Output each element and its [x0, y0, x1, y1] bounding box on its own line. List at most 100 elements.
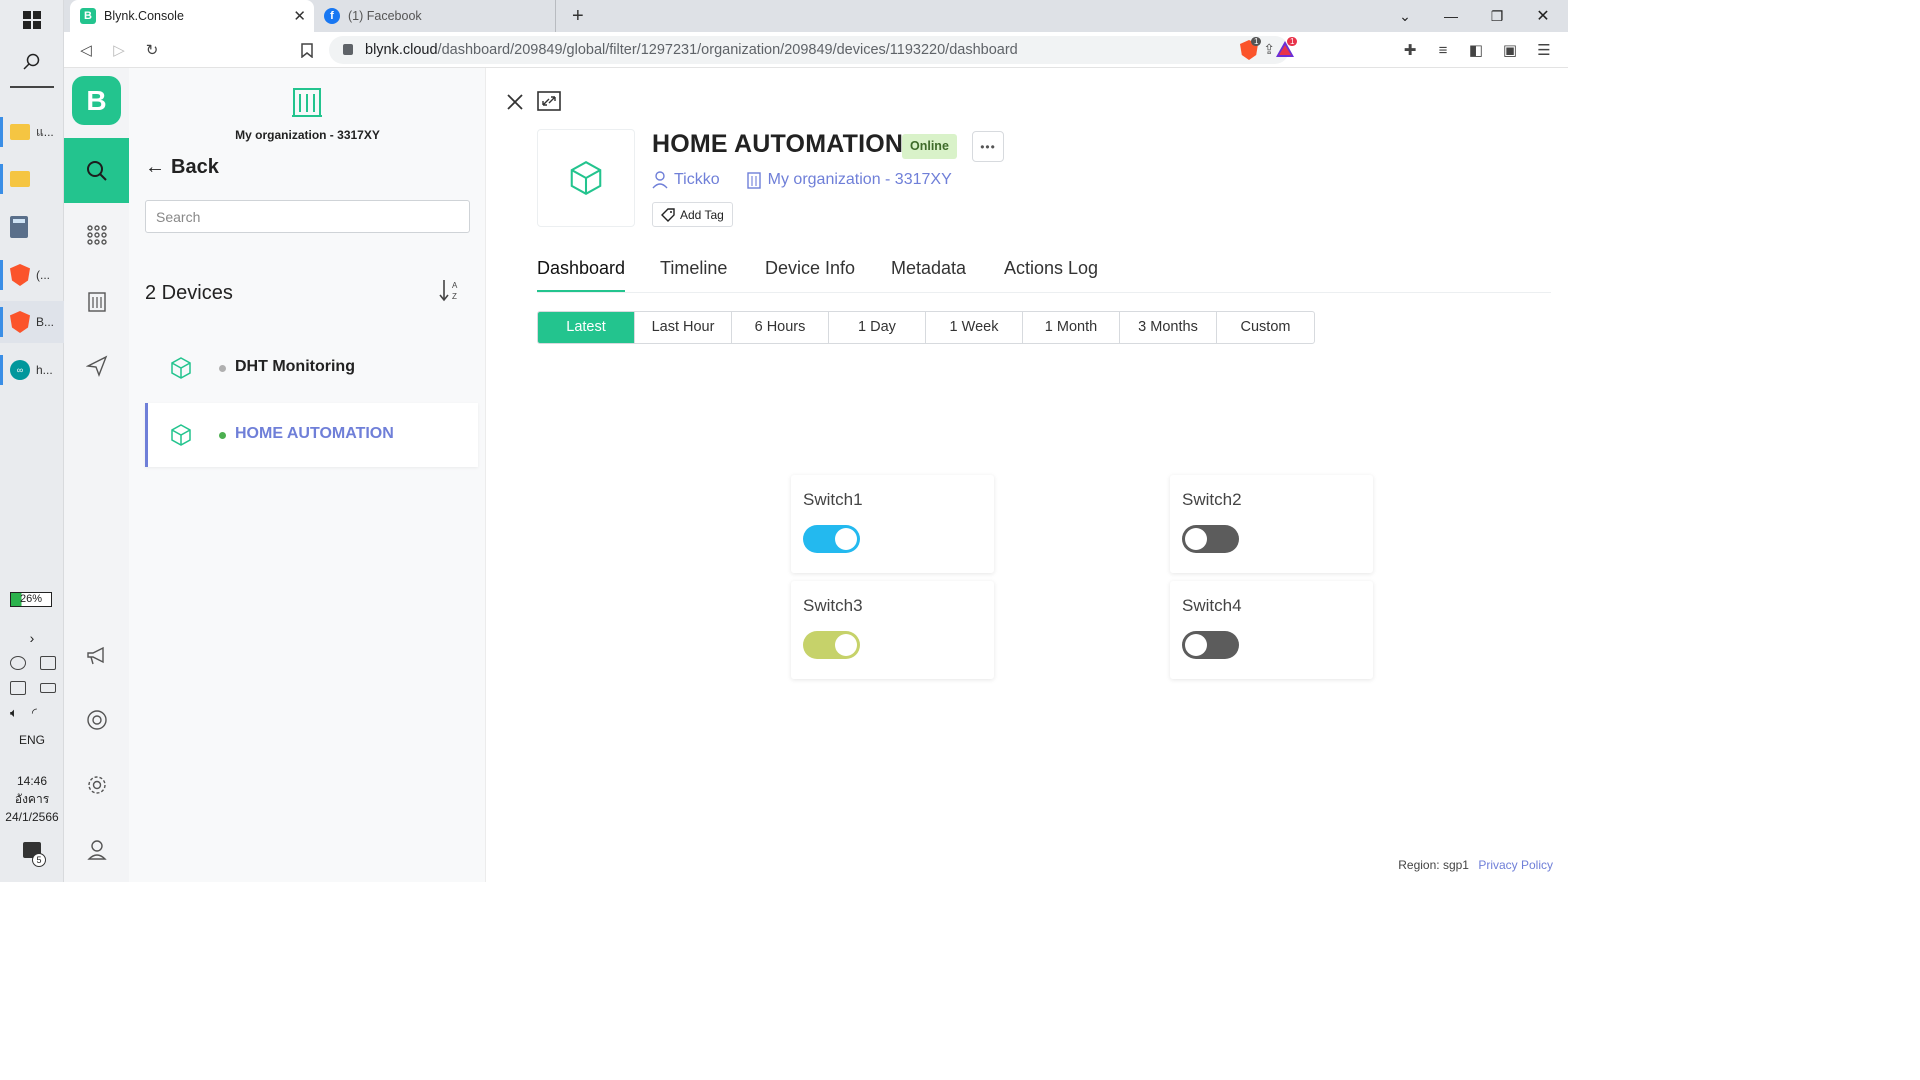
blynk-logo[interactable]: B	[72, 76, 121, 125]
device-owner-link[interactable]: Tickko	[674, 171, 720, 189]
expand-icon[interactable]	[537, 91, 561, 116]
device-search-input[interactable]	[145, 200, 470, 233]
media-queue-icon[interactable]: ≡	[1431, 38, 1455, 62]
search-nav-button[interactable]	[64, 138, 129, 203]
privacy-policy-link[interactable]: Privacy Policy	[1478, 858, 1553, 872]
tab-search-chevron-icon[interactable]: ⌄	[1382, 0, 1428, 32]
taskbar-divider	[10, 86, 54, 88]
windows-start-icon[interactable]	[0, 8, 64, 32]
volume-icon[interactable]: 🔈︎	[10, 705, 18, 721]
browser-menu-icon[interactable]: ☰	[1532, 38, 1556, 62]
organizations-nav-button[interactable]	[64, 281, 129, 321]
wifi-icon[interactable]: ◜	[32, 705, 37, 721]
sort-az-button[interactable]: AZ	[439, 278, 461, 307]
help-nav-button[interactable]	[64, 700, 129, 740]
switch-widget: Switch3	[791, 581, 994, 679]
profile-nav-button[interactable]	[64, 830, 129, 870]
announcements-nav-button[interactable]	[64, 636, 129, 676]
range-1-month[interactable]: 1 Month	[1023, 312, 1120, 343]
range-1-week[interactable]: 1 Week	[926, 312, 1023, 343]
back-arrow-icon[interactable]: ◁	[74, 38, 98, 62]
device-name: HOME AUTOMATION	[235, 425, 394, 442]
brave-shields-icon[interactable]: 1	[1240, 37, 1262, 60]
taskbar-app-brave-1[interactable]: (...	[0, 254, 64, 296]
taskbar-app-label: (...	[36, 268, 50, 282]
battery-icon[interactable]	[40, 683, 56, 693]
switch-toggle[interactable]	[1182, 525, 1239, 553]
device-tabs: Dashboard Timeline Device Info Metadata …	[537, 258, 1551, 293]
share-icon[interactable]: ⇪	[1263, 41, 1275, 58]
forward-arrow-icon[interactable]: ▷	[107, 38, 131, 62]
range-1-day[interactable]: 1 Day	[829, 312, 926, 343]
range-6-hours[interactable]: 6 Hours	[732, 312, 829, 343]
range-latest[interactable]: Latest	[538, 312, 635, 343]
language-indicator[interactable]: ENG	[0, 733, 64, 747]
restore-button[interactable]: ❐	[1474, 0, 1520, 32]
range-3-months[interactable]: 3 Months	[1120, 312, 1217, 343]
minimize-button[interactable]: —	[1428, 0, 1474, 32]
tab-timeline[interactable]: Timeline	[660, 258, 727, 292]
device-organization-link[interactable]: My organization - 3317XY	[768, 171, 952, 189]
reload-icon[interactable]: ↻	[140, 38, 164, 62]
battery-indicator[interactable]: 26%	[10, 592, 52, 607]
device-list-item-selected[interactable]: HOME AUTOMATION	[145, 403, 478, 467]
tab-device-info[interactable]: Device Info	[765, 258, 855, 292]
brave-shields-badge: 1	[1251, 37, 1262, 46]
toggle-knob	[835, 634, 857, 656]
widget-label: Switch3	[803, 596, 863, 615]
taskbar-app-brave-2[interactable]: B...	[0, 301, 64, 343]
switch-toggle[interactable]	[803, 525, 860, 553]
camera-icon[interactable]	[40, 656, 56, 670]
app-navigation-rail: B	[64, 68, 129, 882]
close-tab-icon[interactable]: ✕	[293, 7, 306, 25]
region-label: Region: sgp1	[1398, 858, 1469, 872]
windows-taskbar: แ... (... B... ∞ h... 26% › 🔈︎ ◜ ENG 14:…	[0, 0, 64, 882]
widget-label: Switch4	[1182, 596, 1242, 615]
address-bar[interactable]: blynk.cloud/dashboard/209849/global/filt…	[329, 36, 1289, 64]
sync-icon[interactable]	[10, 681, 26, 695]
messages-nav-button[interactable]	[64, 346, 129, 386]
building-icon	[87, 292, 106, 312]
system-tray-row-2	[10, 681, 56, 695]
add-tag-button[interactable]: Add Tag	[652, 202, 733, 227]
new-tab-button[interactable]: +	[562, 0, 594, 32]
switch-toggle[interactable]	[803, 631, 860, 659]
device-name: DHT Monitoring	[235, 358, 355, 375]
facebook-favicon: f	[324, 8, 340, 24]
system-tray-row-3: 🔈︎ ◜	[10, 705, 37, 721]
tab-metadata[interactable]: Metadata	[891, 258, 966, 292]
settings-nav-button[interactable]	[64, 765, 129, 805]
range-custom[interactable]: Custom	[1217, 312, 1314, 343]
tab-blynk-console[interactable]: B Blynk.Console ✕	[70, 0, 314, 32]
tab-title: Blynk.Console	[104, 9, 184, 23]
clock[interactable]: 14:46 อังคาร 24/1/2566	[0, 772, 64, 826]
switch-toggle[interactable]	[1182, 631, 1239, 659]
device-list-item[interactable]: DHT Monitoring	[145, 336, 478, 400]
devices-panel: My organization - 3317XY ← Back 2 Device…	[129, 68, 486, 882]
taskbar-app-calculator[interactable]	[0, 206, 64, 248]
extensions-puzzle-icon[interactable]: ✚	[1398, 38, 1422, 62]
range-last-hour[interactable]: Last Hour	[635, 312, 732, 343]
tab-dashboard[interactable]: Dashboard	[537, 258, 626, 292]
tab-title: (1) Facebook	[348, 9, 422, 23]
chevron-right-icon[interactable]: ›	[0, 628, 64, 648]
tab-actions-log[interactable]: Actions Log	[1004, 258, 1098, 292]
sidebar-toggle-icon[interactable]: ◧	[1464, 38, 1488, 62]
grid-icon	[86, 225, 107, 245]
device-status-dot	[219, 365, 226, 372]
onedrive-error-icon[interactable]	[10, 656, 26, 670]
back-button[interactable]: ← Back	[145, 156, 219, 179]
taskbar-app-folder-2[interactable]	[0, 158, 64, 200]
tab-facebook[interactable]: f (1) Facebook	[314, 0, 556, 32]
taskbar-app-folder-1[interactable]: แ...	[0, 111, 64, 153]
close-window-button[interactable]: ✕	[1520, 0, 1566, 32]
brave-rewards-icon[interactable]: 1	[1275, 37, 1298, 60]
wallet-icon[interactable]: ▣	[1498, 38, 1522, 62]
more-options-button[interactable]: •••	[972, 131, 1004, 162]
brave-icon	[10, 311, 30, 333]
taskbar-app-arduino[interactable]: ∞ h...	[0, 349, 64, 391]
close-icon[interactable]	[505, 92, 525, 117]
dashboard-grid-nav-button[interactable]	[64, 215, 129, 255]
bookmark-icon[interactable]	[295, 38, 319, 62]
search-icon[interactable]	[0, 50, 64, 74]
